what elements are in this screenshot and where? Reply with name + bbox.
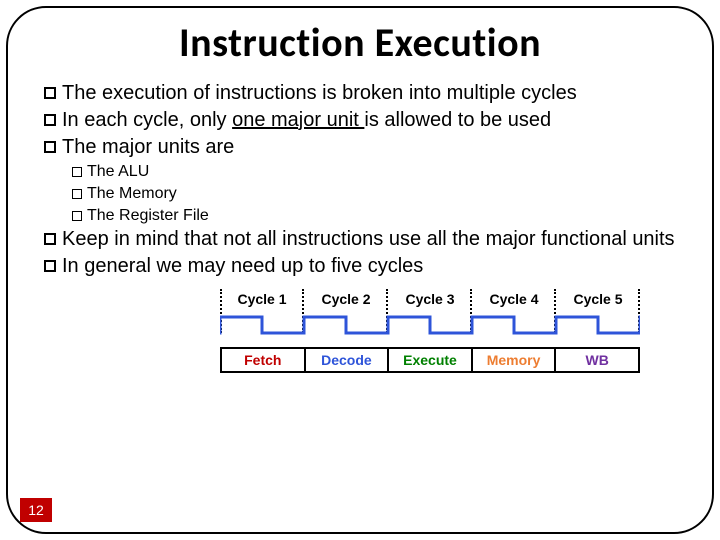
bullet-box-icon [44, 260, 56, 272]
bullet-text: The execution of instructions is broken … [62, 81, 680, 106]
bullet-text: The major units are [62, 135, 680, 160]
cycle-label: Cycle 4 [472, 291, 556, 307]
cycle-label-text: Cycle 5 [573, 291, 622, 307]
stage-wb: WB [556, 347, 640, 373]
bullet-box-icon [44, 87, 56, 99]
stage-fetch: Fetch [220, 347, 306, 373]
stage-decode: Decode [306, 347, 390, 373]
bullet-text: The Memory [87, 184, 177, 205]
bullet-box-icon [44, 141, 56, 153]
bullet-subitem: The ALU [72, 162, 680, 183]
bullet-box-icon [72, 189, 82, 199]
cycle-label-text: Cycle 1 [237, 291, 286, 307]
bullet-item: The major units are [44, 135, 680, 160]
slide-number-badge: 12 [20, 498, 52, 522]
cycle-label: Cycle 1 [220, 291, 304, 307]
bullet-item: In each cycle, only one major unit is al… [44, 108, 680, 133]
cycle-label-text: Cycle 3 [405, 291, 454, 307]
bullet-text: Keep in mind that not all instructions u… [62, 227, 680, 252]
cycle-label-text: Cycle 2 [321, 291, 370, 307]
bullet-item: Keep in mind that not all instructions u… [44, 227, 680, 252]
cycle-label: Cycle 2 [304, 291, 388, 307]
cycle-diagram: Cycle 1 Cycle 2 Cycle 3 Cycle 4 Cycle 5 [220, 291, 640, 373]
bullet-text: The Register File [87, 206, 209, 227]
stage-boxes-row: Fetch Decode Execute Memory WB [220, 347, 640, 373]
bullet-box-icon [72, 167, 82, 177]
bullet-subitem: The Memory [72, 184, 680, 205]
bullet-box-icon [72, 211, 82, 221]
cycle-labels-row: Cycle 1 Cycle 2 Cycle 3 Cycle 4 Cycle 5 [220, 291, 640, 307]
slide: Instruction Execution The execution of i… [0, 0, 720, 540]
bullet-subitem: The Register File [72, 206, 680, 227]
stage-execute: Execute [389, 347, 473, 373]
clock-waveform [220, 311, 640, 337]
bullet-item: In general we may need up to five cycles [44, 254, 680, 279]
stage-memory: Memory [473, 347, 557, 373]
bullet-item: The execution of instructions is broken … [44, 81, 680, 106]
bullet-box-icon [44, 233, 56, 245]
bullet-text: In each cycle, only one major unit is al… [62, 108, 680, 133]
bullet-text: In general we may need up to five cycles [62, 254, 680, 279]
cycle-label: Cycle 3 [388, 291, 472, 307]
cycle-label-text: Cycle 4 [489, 291, 538, 307]
slide-title: Instruction Execution [40, 18, 680, 67]
cycle-label: Cycle 5 [556, 291, 640, 307]
bullet-list: The execution of instructions is broken … [40, 81, 680, 279]
bullet-box-icon [44, 114, 56, 126]
bullet-text: The ALU [87, 162, 149, 183]
